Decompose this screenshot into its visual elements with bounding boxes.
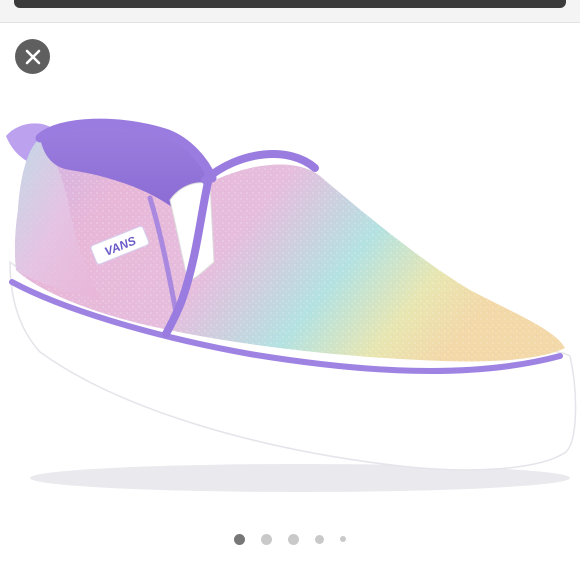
carousel-dot-3[interactable] (288, 533, 299, 545)
product-image: VANS (6, 118, 577, 492)
carousel-dots (0, 532, 580, 546)
top-bar (14, 0, 566, 8)
carousel-dot-2[interactable] (261, 533, 272, 545)
close-button[interactable] (15, 39, 50, 74)
carousel-dot-1[interactable] (234, 533, 245, 545)
carousel-dot-5[interactable] (340, 536, 346, 542)
carousel-dot-4[interactable] (315, 534, 324, 544)
top-frame (0, 0, 580, 23)
close-icon (24, 48, 42, 66)
